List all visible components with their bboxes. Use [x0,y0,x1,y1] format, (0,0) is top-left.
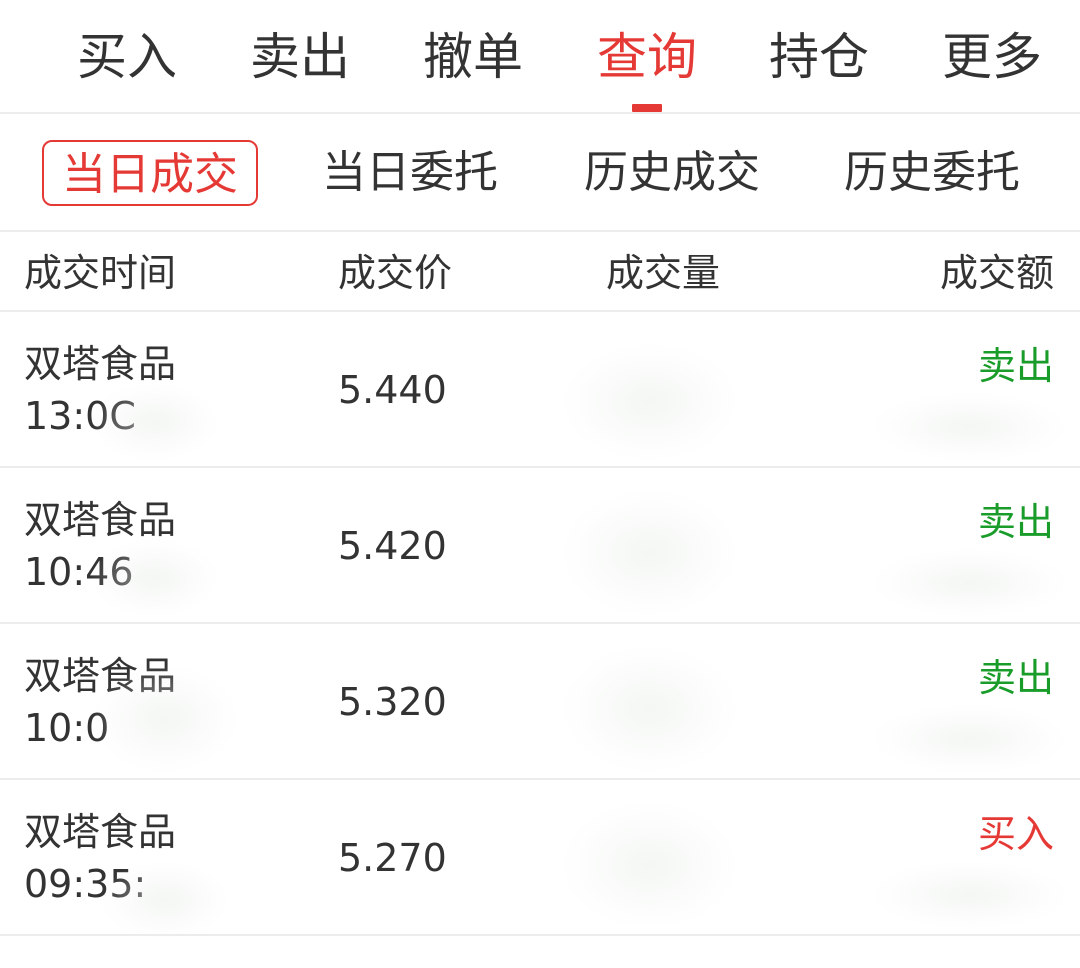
top-tab-bar: 买入 卖出 撤单 查询 持仓 更多 [0,0,1080,114]
header-trade-time[interactable]: 成交时间 [24,234,176,312]
subtab-today-orders[interactable]: 当日委托 [300,140,520,206]
subtab-today-trades[interactable]: 当日成交 [42,140,258,206]
stock-name: 双塔食品 [24,498,177,542]
tab-buy[interactable]: 买入 [62,22,192,92]
trade-price: 5.270 [338,836,447,880]
tab-positions[interactable]: 持仓 [754,22,884,92]
header-trade-price[interactable]: 成交价 [338,234,452,312]
trade-price: 5.420 [338,524,447,568]
tab-query[interactable]: 查询 [582,22,712,92]
redacted-quantity [560,644,740,774]
redacted-amount [870,860,1070,930]
redacted-amount [870,704,1070,774]
redacted-area [90,538,220,618]
redacted-area [90,382,220,462]
trade-direction: 卖出 [977,344,1054,388]
active-tab-indicator [632,104,662,112]
table-row[interactable]: 双塔食品 09:35: 5.270 买入 [0,780,1080,940]
stock-name: 双塔食品 [24,342,177,386]
redacted-quantity [560,488,740,618]
redacted-amount [870,392,1070,462]
query-sub-tabs: 当日成交 当日委托 历史成交 历史委托 [0,116,1080,232]
trade-price: 5.440 [338,368,447,412]
tab-more[interactable]: 更多 [927,22,1057,92]
trade-direction: 卖出 [977,500,1054,544]
trade-price: 5.320 [338,680,447,724]
table-row[interactable]: 双塔食品 10:46 5.420 卖出 [0,468,1080,624]
subtab-history-trades[interactable]: 历史成交 [562,140,782,206]
redacted-quantity [560,800,740,930]
redacted-amount [870,548,1070,618]
subtab-history-orders[interactable]: 历史委托 [822,140,1042,206]
header-trade-quantity[interactable]: 成交量 [606,234,720,312]
trade-direction: 买入 [977,812,1054,856]
tab-cancel-order[interactable]: 撤单 [408,22,538,92]
trade-direction: 卖出 [977,656,1054,700]
table-row[interactable]: 双塔食品 10:0 5.320 卖出 [0,624,1080,780]
header-trade-amount[interactable]: 成交额 [940,234,1054,312]
table-row[interactable]: 双塔食品 13:0C 5.440 卖出 [0,312,1080,468]
tab-sell[interactable]: 卖出 [235,22,365,92]
table-header: 成交时间 成交价 成交量 成交额 [0,234,1080,312]
stock-name: 双塔食品 [24,810,177,854]
redacted-area [100,860,230,940]
redacted-area [90,664,240,774]
redacted-quantity [560,342,740,462]
